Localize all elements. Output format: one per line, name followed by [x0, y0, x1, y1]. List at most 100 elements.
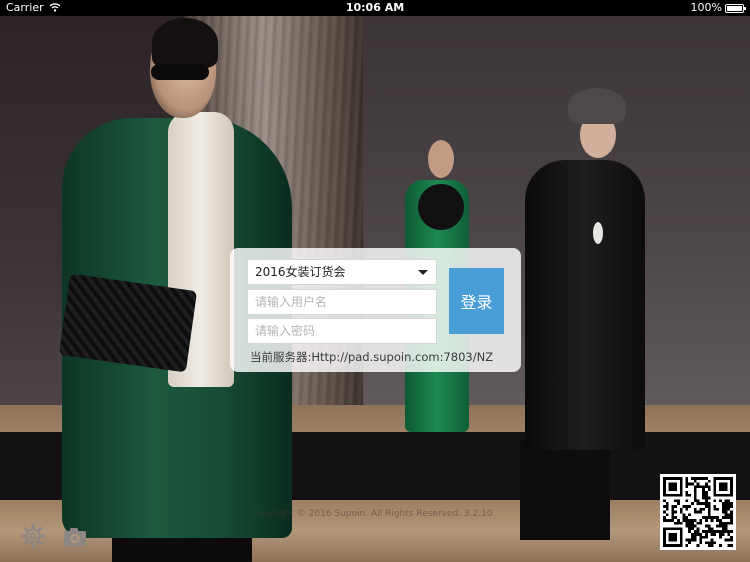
- qr-module: [716, 516, 719, 519]
- current-server-text[interactable]: 当前服务器:Http://pad.supoin.com:7803/NZ: [250, 349, 493, 365]
- qr-module: [693, 533, 697, 536]
- model-right-hat: [568, 88, 626, 124]
- qr-module: [730, 544, 733, 547]
- qr-module: [721, 502, 725, 505]
- qr-module: [674, 482, 677, 486]
- qr-module: [671, 488, 675, 491]
- qr-module: [693, 499, 697, 503]
- qr-module: [724, 502, 728, 505]
- qr-module: [705, 485, 708, 489]
- chevron-down-icon[interactable]: [418, 270, 428, 275]
- qr-module: [688, 538, 691, 542]
- qr-module: [693, 493, 697, 497]
- qr-module: [721, 533, 725, 536]
- username-input[interactable]: [247, 289, 437, 315]
- qr-module: [665, 527, 669, 531]
- qr-module: [727, 507, 731, 511]
- qr-module: [705, 491, 708, 494]
- qr-module: [679, 493, 683, 497]
- qr-module: [705, 533, 708, 536]
- qr-module: [693, 479, 697, 483]
- qr-module: [699, 521, 703, 525]
- qr-module: [671, 477, 675, 480]
- order-fair-select[interactable]: 2016女装订货会: [247, 259, 437, 285]
- qr-module: [730, 482, 733, 486]
- qr-module: [663, 491, 666, 494]
- qr-module: [693, 485, 697, 489]
- qr-module: [691, 527, 694, 531]
- qr-module: [668, 533, 672, 536]
- qr-module: [724, 499, 728, 503]
- gear-icon[interactable]: [20, 523, 46, 549]
- qr-module: [696, 477, 700, 480]
- qr-module: [719, 533, 722, 536]
- qr-module: [727, 530, 731, 533]
- qr-module: [677, 477, 680, 480]
- qr-module: [688, 482, 691, 486]
- qr-module: [677, 521, 680, 525]
- camera-icon[interactable]: [63, 527, 89, 547]
- qr-module: [663, 493, 666, 497]
- qr-module: [730, 488, 733, 491]
- login-button[interactable]: 登录: [449, 268, 504, 334]
- qr-module: [705, 505, 708, 508]
- qr-module: [702, 507, 705, 511]
- qr-module: [685, 485, 689, 489]
- qr-module: [719, 493, 722, 497]
- qr-module: [713, 516, 717, 519]
- qr-module: [674, 535, 677, 539]
- qr-module: [713, 482, 717, 486]
- qr-module: [724, 482, 728, 486]
- qr-module: [668, 482, 672, 486]
- qr-module: [668, 535, 672, 539]
- qr-module: [668, 519, 672, 522]
- qr-module: [705, 530, 708, 533]
- qr-module: [679, 544, 683, 547]
- qr-module: [730, 491, 733, 494]
- qr-module: [693, 519, 697, 522]
- qr-module: [730, 521, 733, 525]
- qr-module: [663, 519, 666, 522]
- qr-module: [699, 477, 703, 480]
- password-input[interactable]: [247, 318, 437, 344]
- qr-module: [693, 477, 697, 480]
- battery-fill: [727, 6, 742, 11]
- qr-module: [707, 488, 711, 491]
- model-left-hair: [152, 18, 218, 68]
- qr-module: [663, 527, 666, 531]
- qr-module: [705, 499, 708, 503]
- qr-module: [724, 538, 728, 542]
- qr-module: [710, 527, 714, 531]
- qr-module: [693, 535, 697, 539]
- qr-module: [671, 510, 675, 514]
- qr-code[interactable]: [660, 474, 736, 550]
- qr-module: [677, 519, 680, 522]
- qr-module: [668, 488, 672, 491]
- qr-module: [707, 505, 711, 508]
- qr-module: [727, 493, 731, 497]
- qr-module: [710, 544, 714, 547]
- qr-module: [727, 477, 731, 480]
- qr-module: [668, 527, 672, 531]
- qr-module: [727, 516, 731, 519]
- qr-module: [721, 510, 725, 514]
- qr-module: [679, 521, 683, 525]
- qr-module: [730, 493, 733, 497]
- qr-module: [691, 477, 694, 480]
- qr-module: [693, 524, 697, 528]
- qr-module: [696, 510, 700, 514]
- qr-module: [719, 477, 722, 480]
- qr-module: [702, 496, 705, 500]
- qr-module: [677, 544, 680, 547]
- qr-module: [730, 516, 733, 519]
- model-right-pendant: [593, 222, 603, 244]
- qr-module: [691, 521, 694, 525]
- status-bar: Carrier 10:06 AM 100%: [0, 0, 750, 16]
- qr-module: [671, 507, 675, 511]
- qr-module: [696, 521, 700, 525]
- qr-module: [724, 510, 728, 514]
- qr-module: [679, 527, 683, 531]
- qr-module: [663, 479, 666, 483]
- qr-module: [721, 488, 725, 491]
- qr-module: [730, 477, 733, 480]
